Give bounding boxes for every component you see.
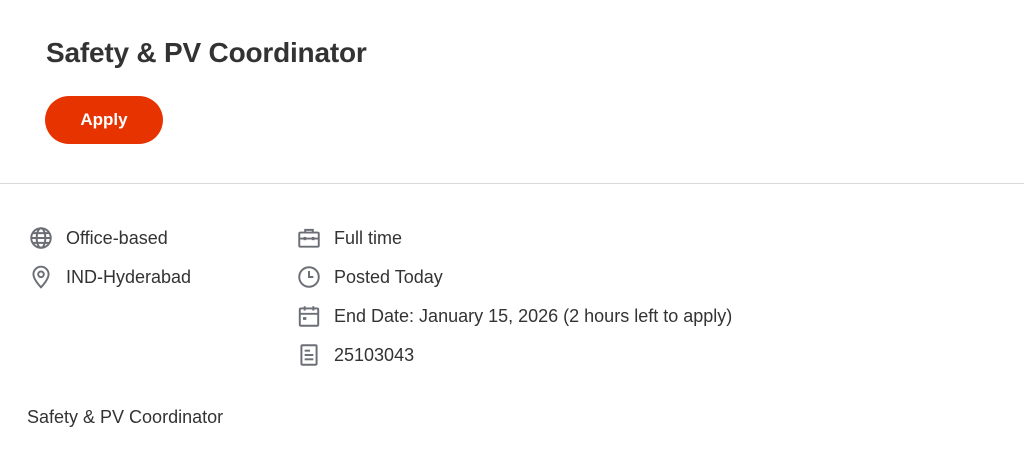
calendar-icon: [296, 303, 322, 329]
end-date-text: End Date: January 15, 2026 (2 hours left…: [334, 305, 733, 326]
posted-text: Posted Today: [334, 266, 443, 287]
posted-detail: Posted Today: [296, 263, 443, 291]
location-text: IND-Hyderabad: [66, 266, 192, 287]
location-detail: IND-Hyderabad: [28, 263, 191, 291]
job-description: Safety & PV Coordinator: [27, 407, 224, 427]
location-pin-icon: [28, 264, 54, 290]
work-mode-detail: Office-based: [28, 224, 168, 252]
end-date-detail: End Date: January 15, 2026 (2 hours left…: [296, 302, 732, 330]
work-mode-text: Office-based: [66, 227, 168, 248]
apply-button[interactable]: Apply: [45, 96, 163, 144]
clock-icon: [296, 264, 322, 290]
job-id-detail: 25103043: [296, 341, 414, 369]
time-type-text: Full time: [334, 227, 403, 248]
time-type-detail: Full time: [296, 224, 402, 252]
globe-icon: [28, 225, 54, 251]
briefcase-icon: [296, 225, 322, 251]
job-header: Safety & PV Coordinator Apply: [0, 0, 1024, 184]
job-id-text: 25103043: [334, 344, 415, 365]
job-posting-page: Safety & PV Coordinator Apply Office-bas…: [0, 0, 1024, 457]
job-title: Safety & PV Coordinator: [46, 37, 367, 68]
document-icon: [296, 342, 322, 368]
